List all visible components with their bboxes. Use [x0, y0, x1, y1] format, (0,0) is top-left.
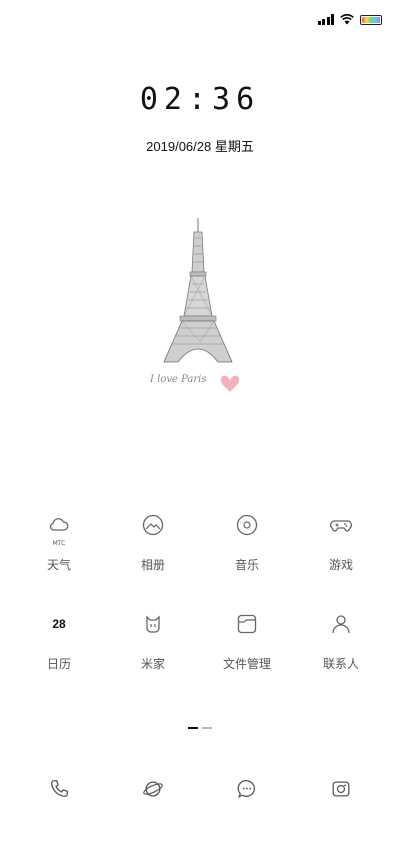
app-label: 音乐	[234, 558, 259, 572]
app-weather[interactable]: MTC 天气	[12, 512, 106, 573]
app-label: 联系人	[322, 657, 359, 671]
gallery-icon	[140, 512, 166, 538]
wallpaper-caption: I love Paris	[150, 374, 207, 385]
messages-icon	[237, 780, 255, 799]
weather-sub-label: MTC	[52, 540, 66, 547]
app-file-manager[interactable]: 文件管理	[200, 611, 294, 672]
signal-icon	[317, 14, 334, 25]
music-icon	[234, 512, 260, 538]
app-contacts[interactable]: 联系人	[294, 611, 388, 672]
status-bar	[0, 0, 400, 40]
app-gallery[interactable]: 相册	[106, 512, 200, 573]
calendar-day: 28	[52, 617, 66, 631]
weather-icon	[46, 512, 72, 538]
lockscreen-date: 2019/06/28 星期五	[146, 139, 254, 154]
app-label: 天气	[46, 558, 71, 572]
app-games[interactable]: 游戏	[294, 512, 388, 573]
page-dot	[202, 727, 212, 729]
dock-browser[interactable]	[106, 778, 200, 800]
app-label: 日历	[46, 657, 71, 671]
status-icons	[317, 14, 382, 25]
browser-icon	[143, 781, 163, 797]
dock-phone[interactable]	[12, 778, 106, 800]
app-calendar[interactable]: 28 日历	[12, 611, 106, 672]
gamepad-icon	[328, 512, 354, 538]
battery-icon	[360, 14, 382, 25]
phone-icon	[51, 780, 68, 797]
page-dot-active	[188, 727, 198, 729]
app-grid: MTC 天气 相册 音乐 游戏 28 日历 米家 文件管理 联系人	[0, 512, 400, 672]
camera-icon	[332, 781, 350, 797]
wifi-icon	[340, 14, 354, 25]
app-label: 游戏	[328, 558, 353, 572]
app-mijia[interactable]: 米家	[106, 611, 200, 672]
lockscreen-clock: 02:36	[139, 82, 261, 117]
folder-icon	[234, 611, 260, 637]
calendar-icon: 28	[46, 611, 72, 637]
app-label: 米家	[140, 657, 165, 671]
app-label: 相册	[140, 558, 165, 572]
app-music[interactable]: 音乐	[200, 512, 294, 573]
app-label: 文件管理	[222, 657, 271, 671]
mijia-icon	[140, 611, 166, 637]
dock	[0, 778, 400, 800]
dock-camera[interactable]	[294, 778, 388, 800]
contacts-icon	[328, 611, 354, 637]
dock-messages[interactable]	[200, 778, 294, 800]
page-indicator[interactable]	[0, 727, 400, 729]
